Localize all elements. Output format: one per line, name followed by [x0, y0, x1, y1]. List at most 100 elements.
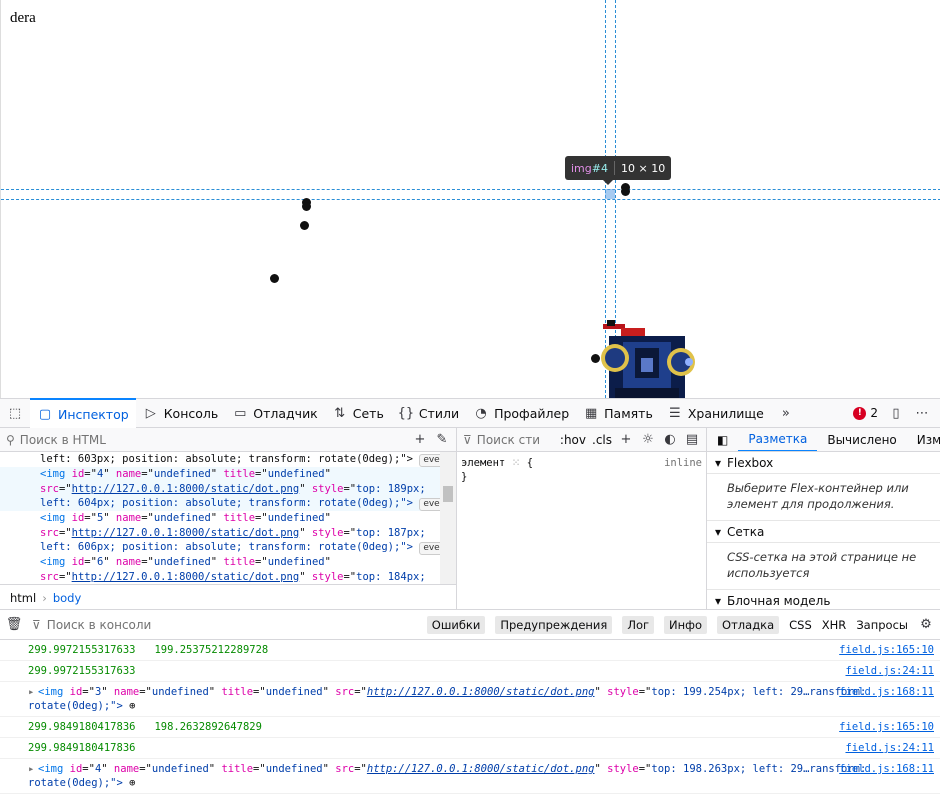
styles-filter-input[interactable]: ⊽ Поиск сти: [463, 433, 554, 447]
highlighted-element[interactable]: [605, 189, 615, 199]
tab-label: Стили: [418, 405, 460, 421]
log-value: 299.9849180417836: [28, 742, 136, 754]
filter-debug[interactable]: Отладка: [717, 615, 780, 634]
tab-network[interactable]: ⇅ Сеть: [325, 398, 391, 428]
filter-xhr[interactable]: XHR: [822, 618, 847, 632]
page-viewport: dera img#4 10 × 10: [0, 0, 940, 398]
crosshair-icon[interactable]: ⊕: [129, 700, 135, 712]
markup-node[interactable]: <img id="6" name="undefined" title="unde…: [0, 555, 440, 584]
markup-pane: ⚲ Поиск в HTML + ✎ left: 603px; position:…: [0, 428, 457, 610]
network-icon: ⇅: [334, 405, 346, 421]
filter-warnings[interactable]: Предупреждения: [495, 615, 613, 634]
expand-triangle-icon[interactable]: ▸: [28, 685, 34, 699]
tooltip-size: 10 × 10: [620, 161, 666, 175]
more-tools-button[interactable]: »: [771, 398, 801, 428]
event-badge[interactable]: event: [419, 498, 440, 512]
filter-info[interactable]: Инфо: [664, 615, 708, 634]
markup-node-selected[interactable]: <img id="4" name="undefined" title="unde…: [0, 467, 440, 512]
filter-placeholder: Поиск сти: [476, 432, 541, 447]
scrollbar-thumb[interactable]: [443, 486, 453, 502]
pick-element-icon: ⬚: [8, 405, 22, 421]
dot-image[interactable]: [621, 187, 630, 196]
event-badge[interactable]: event: [419, 542, 440, 556]
dock-side-icon[interactable]: ▯: [888, 405, 904, 421]
pick-element-button[interactable]: ⬚: [0, 398, 30, 428]
markup-node[interactable]: <img id="5" name="undefined" title="unde…: [0, 511, 440, 556]
inspector-icon: ▢: [38, 406, 52, 422]
tab-layout[interactable]: Разметка: [738, 428, 818, 451]
console-output: 299.9972155317633 199.25375212289728 fie…: [0, 640, 940, 802]
error-counter[interactable]: ! 2: [853, 406, 878, 420]
tab-console[interactable]: ▷ Консоль: [136, 398, 226, 428]
tab-inspector[interactable]: ▢ Инспектор: [30, 398, 136, 428]
tooltip-id: #4: [591, 161, 608, 175]
add-node-icon[interactable]: +: [412, 432, 428, 448]
rule-brace: {: [526, 457, 534, 469]
source-link[interactable]: field.js:24:11: [845, 741, 934, 755]
rules-pane: ⊽ Поиск сти :hov .cls + ☼ ◐ ▤ элемент ⁙ {…: [457, 428, 707, 610]
more-options-icon[interactable]: ⋯: [914, 405, 930, 421]
src-link[interactable]: http://127.0.0.1:8000/static/dot.png: [72, 483, 300, 495]
filter-icon: ⊽: [463, 432, 472, 447]
hov-button[interactable]: :hov: [560, 433, 586, 447]
eyedropper-icon[interactable]: ✎: [434, 432, 450, 448]
search-icon: ⚲: [6, 432, 15, 447]
src-link[interactable]: http://127.0.0.1:8000/static/dot.png: [72, 571, 300, 583]
console-filter-input[interactable]: ⊽ Поиск в консоли: [32, 618, 417, 632]
add-rule-icon[interactable]: +: [618, 432, 634, 448]
trash-icon[interactable]: 🗑: [6, 617, 23, 633]
filter-log[interactable]: Лог: [622, 615, 655, 634]
knight-sprite[interactable]: [593, 318, 703, 398]
sidebar-toggle-icon[interactable]: ◧: [707, 428, 738, 451]
event-badge[interactable]: event: [419, 454, 440, 467]
error-count: 2: [870, 406, 878, 420]
dot-image[interactable]: [302, 202, 311, 211]
print-media-icon[interactable]: ▤: [684, 432, 700, 448]
crosshair-icon[interactable]: ⊕: [129, 777, 135, 789]
source-link[interactable]: field.js:24:11: [845, 664, 934, 678]
tab-debugger[interactable]: ▭ Отладчик: [225, 398, 324, 428]
filter-css[interactable]: CSS: [789, 618, 812, 632]
html-search-input[interactable]: ⚲ Поиск в HTML: [6, 433, 406, 447]
tab-profiler[interactable]: ◔ Профайлер: [466, 398, 576, 428]
tab-memory[interactable]: ▦ Память: [576, 398, 660, 428]
attr-value: 6: [96, 556, 104, 569]
attr-value: top: 189px;: [356, 482, 426, 495]
breadcrumb-item[interactable]: html: [10, 591, 36, 605]
grid-section-header[interactable]: ▾ Сетка: [707, 521, 940, 543]
gear-icon[interactable]: ⚙: [918, 617, 934, 633]
dot-image[interactable]: [270, 274, 279, 283]
expand-triangle-icon[interactable]: ▸: [28, 762, 34, 776]
source-link[interactable]: field.js:168:11: [839, 685, 934, 699]
source-link[interactable]: field.js:165:10: [839, 643, 934, 657]
breadcrumb-item[interactable]: body: [53, 591, 81, 605]
attr-value: undefined: [153, 556, 211, 569]
triangle-down-icon: ▾: [715, 593, 722, 608]
src-link[interactable]: http://127.0.0.1:8000/static/dot.png: [367, 763, 595, 775]
cls-button[interactable]: .cls: [592, 433, 612, 447]
tab-storage[interactable]: ☰ Хранилище: [660, 398, 771, 428]
tab-changes[interactable]: Измен: [907, 428, 940, 451]
src-link[interactable]: http://127.0.0.1:8000/static/dot.png: [72, 527, 300, 539]
dot-image[interactable]: [300, 221, 309, 230]
attr-value: left: 606px; position: absolute; transfo…: [40, 541, 413, 554]
source-link[interactable]: field.js:165:10: [839, 720, 934, 734]
grid-section-body: CSS-сетка на этой странице не использует…: [707, 543, 940, 590]
rule-selector: элемент: [461, 457, 506, 469]
storage-icon: ☰: [669, 405, 681, 421]
console-message: ▸ <img id="3" name="undefined" title="und…: [0, 682, 940, 717]
box-model-section-header[interactable]: ▾ Блочная модель: [707, 590, 940, 612]
filter-requests[interactable]: Запросы: [856, 618, 908, 632]
attr-value: rotate(0deg);">: [28, 777, 123, 789]
filter-errors[interactable]: Ошибки: [426, 615, 486, 634]
tab-style-editor[interactable]: {} Стили: [391, 398, 466, 428]
markup-scrollbar[interactable]: [440, 452, 456, 584]
light-mode-icon[interactable]: ☼: [640, 432, 656, 448]
src-link[interactable]: http://127.0.0.1:8000/static/dot.png: [367, 686, 595, 698]
tab-label: Профайлер: [494, 405, 570, 421]
markup-node[interactable]: left: 603px; position: absolute; transfo…: [0, 452, 440, 467]
dark-mode-icon[interactable]: ◐: [662, 432, 678, 448]
tab-computed[interactable]: Вычислено: [817, 428, 906, 451]
source-link[interactable]: field.js:168:11: [839, 762, 934, 776]
flexbox-section-header[interactable]: ▾ Flexbox: [707, 452, 940, 474]
